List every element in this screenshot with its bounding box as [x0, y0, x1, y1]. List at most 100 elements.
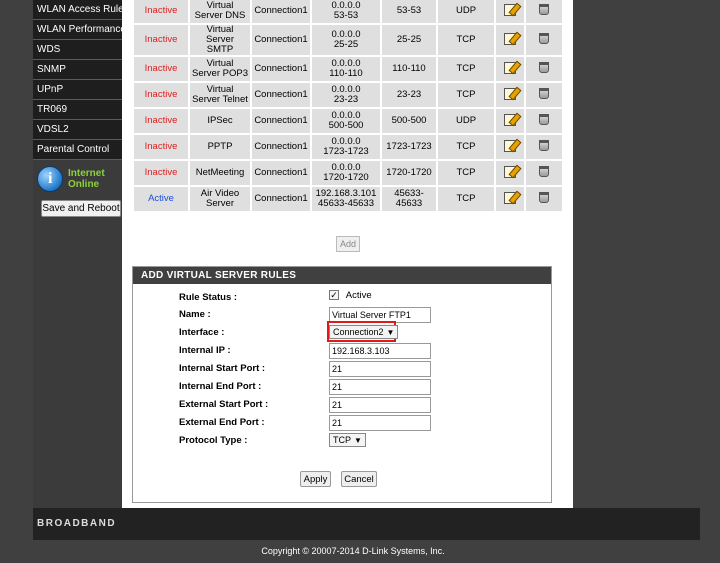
protocol-type-select[interactable]: TCP ▼: [329, 433, 366, 447]
internal-ip-label: Internal IP :: [179, 345, 231, 356]
rule-edit-cell[interactable]: [494, 133, 526, 161]
rule-external-ports: 23-23: [380, 81, 438, 109]
rule-interface: Connection1: [250, 0, 312, 25]
rule-edit-cell[interactable]: [494, 159, 526, 187]
trash-icon[interactable]: [539, 62, 549, 73]
edit-icon[interactable]: [504, 32, 516, 45]
sidebar-item-wlan-performance[interactable]: WLAN Performance: [33, 20, 126, 40]
rule-protocol: TCP: [436, 159, 496, 187]
external-end-port-input[interactable]: [329, 415, 431, 431]
edit-icon[interactable]: [504, 165, 516, 178]
add-button[interactable]: Add: [336, 236, 360, 252]
rule-status: Inactive: [132, 23, 190, 57]
trash-icon[interactable]: [539, 140, 549, 151]
rule-name: Virtual Server POP3: [188, 55, 252, 83]
save-and-reboot-button[interactable]: Save and Reboot: [41, 200, 121, 217]
rule-internal-ports: 1720-1720: [323, 172, 369, 183]
rule-internal-ports: 500-500: [328, 120, 364, 131]
internal-end-port-input[interactable]: [329, 379, 431, 395]
trash-icon[interactable]: [539, 166, 549, 177]
rule-delete-cell[interactable]: [524, 0, 564, 25]
rule-edit-cell[interactable]: [494, 0, 526, 25]
sidebar-item-wds[interactable]: WDS: [33, 40, 122, 60]
rule-delete-cell[interactable]: [524, 185, 564, 213]
internal-start-port-input[interactable]: [329, 361, 431, 377]
rule-status: Inactive: [132, 0, 190, 25]
internal-ip-input[interactable]: [329, 343, 431, 359]
internal-end-port-label: Internal End Port :: [179, 381, 262, 392]
rule-interface: Connection1: [250, 159, 312, 187]
rule-delete-cell[interactable]: [524, 55, 564, 83]
internet-status-line1: Internet: [68, 168, 105, 179]
rule-name: IPSec: [188, 107, 252, 135]
rule-edit-cell[interactable]: [494, 81, 526, 109]
rule-ip-ports: 192.168.3.101 45633-45633: [310, 185, 382, 213]
edit-icon[interactable]: [504, 87, 516, 100]
rule-delete-cell[interactable]: [524, 133, 564, 161]
rule-protocol: UDP: [436, 0, 496, 25]
rule-internal-ports: 1723-1723: [323, 146, 369, 157]
form-header: ADD VIRTUAL SERVER RULES: [133, 267, 551, 284]
rule-status-label: Rule Status :: [179, 292, 238, 303]
rule-external-ports: 110-110: [380, 55, 438, 83]
interface-label: Interface :: [179, 327, 225, 338]
edit-icon[interactable]: [504, 191, 516, 204]
footer-bar: BROADBAND: [33, 508, 700, 540]
sidebar-item-upnp[interactable]: UPnP: [33, 80, 122, 100]
rule-protocol: TCP: [436, 133, 496, 161]
external-end-port-label: External End Port :: [179, 417, 265, 428]
edit-icon[interactable]: [504, 3, 516, 16]
sidebar: WLAN Access Rules WLAN Performance WDS S…: [33, 0, 129, 508]
rule-edit-cell[interactable]: [494, 185, 526, 213]
rule-edit-cell[interactable]: [494, 55, 526, 83]
rule-internal-ports: 25-25: [333, 39, 359, 50]
internet-status: i Internet Online Save and Reboot: [33, 160, 122, 217]
sidebar-item-snmp[interactable]: SNMP: [33, 60, 122, 80]
rule-edit-cell[interactable]: [494, 107, 526, 135]
rule-external-ports: 500-500: [380, 107, 438, 135]
trash-icon[interactable]: [539, 4, 549, 15]
rule-protocol: TCP: [436, 81, 496, 109]
rule-ip-ports: 0.0.0.0 1723-1723: [310, 133, 382, 161]
rule-delete-cell[interactable]: [524, 159, 564, 187]
sidebar-item-parental-control[interactable]: Parental Control: [33, 140, 122, 160]
apply-button[interactable]: Apply: [300, 471, 331, 487]
trash-icon[interactable]: [539, 88, 549, 99]
rule-delete-cell[interactable]: [524, 81, 564, 109]
rule-internal-ports: 53-53: [333, 10, 359, 21]
rule-delete-cell[interactable]: [524, 23, 564, 57]
table-row: Inactive Virtual Server DNS Connection1 0.0…: [132, 0, 564, 25]
rule-status-value: Active: [345, 290, 372, 301]
name-label: Name :: [179, 309, 211, 320]
rule-external-ports: 45633-45633: [380, 185, 438, 213]
trash-icon[interactable]: [539, 114, 549, 125]
rule-ip-ports: 0.0.0.0 53-53: [310, 0, 382, 25]
rule-status: Active: [132, 185, 190, 213]
rule-status: Inactive: [132, 107, 190, 135]
rule-ip-ports: 0.0.0.0 500-500: [310, 107, 382, 135]
rule-protocol: TCP: [436, 23, 496, 57]
trash-icon[interactable]: [539, 192, 549, 203]
sidebar-item-wlan-access-rules[interactable]: WLAN Access Rules: [33, 0, 129, 20]
rule-status: Inactive: [132, 55, 190, 83]
rule-name: Virtual Server SMTP: [188, 23, 252, 57]
dropdown-arrow-icon: ▼: [386, 328, 395, 337]
rule-name: PPTP: [188, 133, 252, 161]
rule-name: NetMeeting: [188, 159, 252, 187]
external-start-port-label: External Start Port :: [179, 399, 269, 410]
rule-delete-cell[interactable]: [524, 107, 564, 135]
table-row: Inactive PPTP Connection1 0.0.0.0 1723-1723 1…: [132, 133, 564, 161]
edit-icon[interactable]: [504, 61, 516, 74]
rule-status-checkbox[interactable]: ✓: [329, 290, 339, 301]
sidebar-item-vdsl2[interactable]: VDSL2: [33, 120, 122, 140]
rule-edit-cell[interactable]: [494, 23, 526, 57]
edit-icon[interactable]: [504, 139, 516, 152]
external-start-port-input[interactable]: [329, 397, 431, 413]
interface-select[interactable]: Connection2 ▼: [329, 325, 399, 339]
edit-icon[interactable]: [504, 113, 516, 126]
trash-icon[interactable]: [539, 33, 549, 44]
internet-status-text: Internet Online: [68, 168, 118, 190]
cancel-button[interactable]: Cancel: [341, 471, 377, 487]
sidebar-item-tr069[interactable]: TR069: [33, 100, 122, 120]
rule-status: Inactive: [132, 159, 190, 187]
